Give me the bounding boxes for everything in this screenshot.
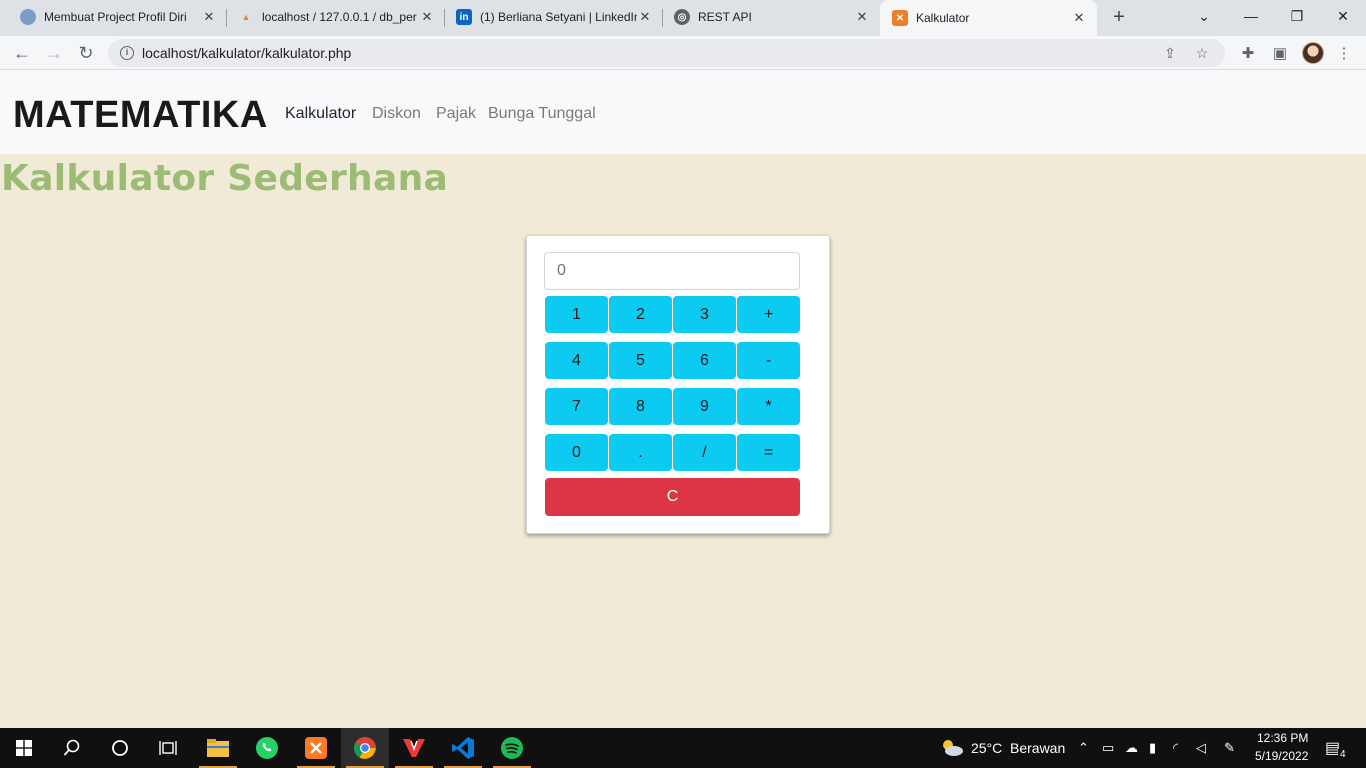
phpmyadmin-icon: ▲ — [241, 12, 251, 22]
bookmark-star-icon[interactable]: ☆ — [1193, 44, 1211, 62]
weather-temperature[interactable]: 25°C — [971, 740, 1002, 756]
meet-now-icon[interactable]: ▭ — [1102, 740, 1114, 756]
key-equals[interactable]: = — [737, 434, 800, 471]
extensions-icon[interactable]: ✚ — [1238, 43, 1258, 63]
cortana-icon[interactable] — [96, 728, 144, 768]
side-panel-icon[interactable]: ▣ — [1270, 43, 1290, 63]
tab-title: (1) Berliana Setyani | LinkedIn — [480, 10, 637, 24]
wifi-icon[interactable]: ◜ — [1173, 740, 1178, 756]
key-minus[interactable]: - — [737, 342, 800, 379]
nav-link-kalkulator[interactable]: Kalkulator — [285, 105, 356, 123]
whatsapp-icon[interactable] — [243, 728, 291, 768]
close-icon[interactable]: ✕ — [201, 9, 217, 25]
browser-toolbar: ← → ↻ i localhost/kalkulator/kalkulator.… — [0, 36, 1366, 70]
new-tab-button[interactable]: + — [1108, 6, 1130, 28]
vivaldi-icon[interactable] — [390, 728, 438, 768]
tab-title: Membuat Project Profil Diri — [44, 10, 187, 24]
vscode-icon[interactable] — [439, 728, 487, 768]
tab-phpmyadmin[interactable]: ▲ localhost / 127.0.0.1 / db_per ✕ — [218, 0, 445, 34]
info-icon[interactable]: i — [120, 46, 134, 60]
key-9[interactable]: 9 — [673, 388, 736, 425]
tab-search-icon[interactable]: ⌄ — [1181, 0, 1227, 32]
browser-tab-strip: Membuat Project Profil Diri ✕ ▲ localhos… — [0, 0, 1366, 36]
calculator-display[interactable] — [544, 252, 800, 290]
maximize-button[interactable]: ❐ — [1274, 0, 1320, 32]
onedrive-icon[interactable]: ☁ — [1125, 740, 1138, 756]
key-8[interactable]: 8 — [609, 388, 672, 425]
key-multiply[interactable]: * — [737, 388, 800, 425]
tab-title: REST API — [698, 10, 752, 24]
windows-start-icon[interactable] — [0, 728, 48, 768]
profile-icon — [20, 9, 36, 25]
key-6[interactable]: 6 — [673, 342, 736, 379]
brand-logo[interactable]: MATEMATIKA — [13, 94, 268, 137]
file-explorer-icon[interactable] — [194, 728, 242, 768]
pen-icon[interactable]: ✎ — [1224, 740, 1235, 756]
url-text[interactable]: localhost/kalkulator/kalkulator.php — [142, 45, 1161, 61]
tab-profil[interactable]: Membuat Project Profil Diri ✕ — [0, 0, 227, 34]
volume-icon[interactable]: ◁ — [1196, 740, 1206, 756]
key-divide[interactable]: / — [673, 434, 736, 471]
window-close-button[interactable]: ✕ — [1320, 0, 1366, 32]
globe-icon: ◎ — [674, 9, 690, 25]
key-3[interactable]: 3 — [673, 296, 736, 333]
tab-title: Kalkulator — [916, 11, 970, 25]
key-0[interactable]: 0 — [545, 434, 608, 471]
site-navbar: MATEMATIKA Kalkulator Diskon Pajak Bunga… — [0, 70, 1366, 154]
key-decimal[interactable]: . — [609, 434, 672, 471]
clock-date[interactable]: 5/19/2022 — [1255, 749, 1308, 763]
key-plus[interactable]: + — [737, 296, 800, 333]
back-arrow-icon[interactable]: ← — [10, 41, 34, 65]
tab-title: localhost / 127.0.0.1 / db_per — [262, 10, 417, 24]
search-icon[interactable] — [48, 728, 96, 768]
key-4[interactable]: 4 — [545, 342, 608, 379]
key-7[interactable]: 7 — [545, 388, 608, 425]
spotify-icon[interactable] — [488, 728, 536, 768]
tab-rest-api[interactable]: ◎ REST API ✕ — [654, 0, 880, 34]
page-title: Kalkulator Sederhana — [1, 158, 449, 199]
windows-taskbar: 25°C Berawan ⌃ ▭ ☁ ▮ ◜ ◁ ✎ 12:36 PM 5/19… — [0, 728, 1366, 768]
cloud-sun-icon[interactable] — [928, 728, 976, 768]
nav-link-diskon[interactable]: Diskon — [372, 105, 421, 123]
minimize-button[interactable]: — — [1228, 0, 1274, 32]
forward-arrow-icon[interactable]: → — [42, 41, 66, 65]
reload-icon[interactable]: ↻ — [74, 41, 98, 65]
nav-link-bunga-tunggal[interactable]: Bunga Tunggal — [488, 105, 596, 123]
tab-linkedin[interactable]: in (1) Berliana Setyani | LinkedIn ✕ — [436, 0, 663, 34]
linkedin-icon: in — [456, 9, 472, 25]
profile-avatar[interactable] — [1302, 42, 1324, 64]
menu-kebab-icon[interactable]: ⋮ — [1334, 43, 1354, 63]
chevron-up-icon[interactable]: ⌃ — [1078, 740, 1089, 756]
xampp-taskbar-icon[interactable] — [292, 728, 340, 768]
address-bar[interactable]: i localhost/kalkulator/kalkulator.php ⇪ … — [108, 39, 1225, 67]
battery-icon[interactable]: ▮ — [1149, 740, 1156, 756]
weather-description[interactable]: Berawan — [1010, 740, 1065, 756]
close-icon[interactable]: ✕ — [637, 9, 653, 25]
calculator-card: 1 2 3 + 4 5 6 - 7 8 9 * 0 . / = C — [526, 235, 830, 534]
tab-kalkulator[interactable]: ✕ Kalkulator ✕ — [880, 0, 1097, 36]
close-icon[interactable]: ✕ — [1071, 10, 1087, 26]
xampp-icon: ✕ — [892, 10, 908, 26]
close-icon[interactable]: ✕ — [419, 9, 435, 25]
key-1[interactable]: 1 — [545, 296, 608, 333]
close-icon[interactable]: ✕ — [854, 9, 870, 25]
chrome-icon[interactable] — [341, 728, 389, 768]
key-5[interactable]: 5 — [609, 342, 672, 379]
key-2[interactable]: 2 — [609, 296, 672, 333]
clock-time[interactable]: 12:36 PM — [1257, 731, 1308, 745]
nav-link-pajak[interactable]: Pajak — [436, 105, 476, 123]
clear-button[interactable]: C — [545, 478, 800, 516]
share-icon[interactable]: ⇪ — [1161, 44, 1179, 62]
task-view-icon[interactable] — [144, 728, 192, 768]
notification-count: 4 — [1338, 749, 1348, 760]
